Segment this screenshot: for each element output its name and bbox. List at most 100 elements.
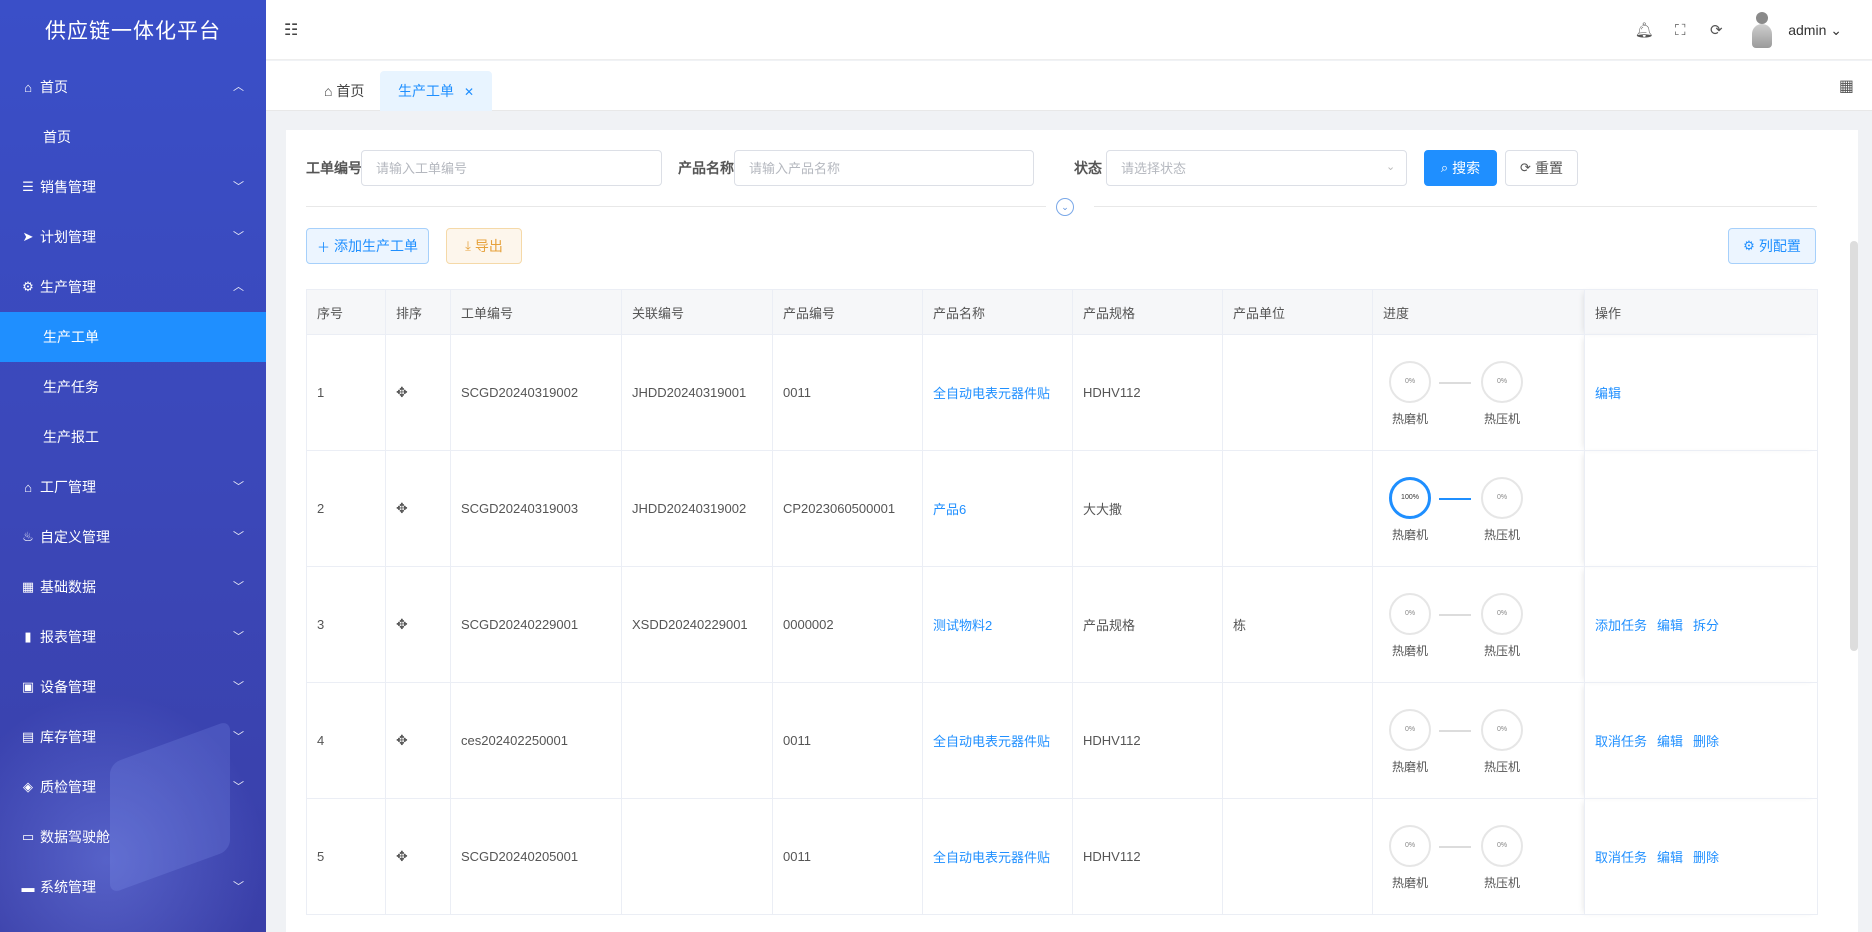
sidebar-subitem-0-0[interactable]: 首页 xyxy=(0,112,266,162)
close-icon[interactable]: ✕ xyxy=(464,85,474,99)
table-row: 5 ✥ SCGD20240205001 0011 全自动电表元器件贴 HDHV112 0% 热… xyxy=(306,798,1818,915)
cell-product-no: 0000002 xyxy=(772,566,923,683)
add-order-label: 添加生产工单 xyxy=(334,238,418,254)
sidebar-item-label: 销售管理 xyxy=(40,179,96,195)
wrench-icon: ⚙ xyxy=(22,279,34,294)
cell-spec: 产品规格 xyxy=(1072,566,1223,683)
progress-step-label: 热压机 xyxy=(1483,759,1520,774)
expand-filter-icon[interactable]: ⌄ xyxy=(1056,198,1074,216)
sidebar-item-6[interactable]: ▦ 基础数据 ﹀ xyxy=(0,562,266,612)
reset-button[interactable]: ⟳ 重置 xyxy=(1505,150,1578,186)
search-button[interactable]: ⌕ 搜索 xyxy=(1424,150,1497,186)
tab-home[interactable]: ⌂ 首页 xyxy=(306,71,382,111)
table-header-row: 序号 排序 工单编号 关联编号 产品编号 产品名称 产品规格 产品单位 进度 操作 xyxy=(306,289,1818,335)
row-action-link[interactable]: 取消任务 xyxy=(1595,734,1647,749)
sidebar-item-label: 质检管理 xyxy=(40,779,96,795)
avatar[interactable] xyxy=(1744,10,1780,50)
process-progress: 0% 热磨机 0% 热压机 xyxy=(1383,585,1533,665)
chevron-down-icon: ﹀ xyxy=(233,881,244,893)
progress-connector xyxy=(1439,497,1471,500)
cell-drag: ✥ xyxy=(385,450,451,567)
export-button[interactable]: ⤓ 导出 xyxy=(446,228,522,264)
chevron-down-icon: ﹀ xyxy=(233,581,244,593)
cell-drag: ✥ xyxy=(385,566,451,683)
chevron-down-icon: ﹀ xyxy=(233,731,244,743)
search-icon: ⌕ xyxy=(1440,160,1449,175)
divider-right xyxy=(1094,206,1817,207)
drag-handle-icon[interactable]: ✥ xyxy=(396,500,408,516)
sidebar-item-10[interactable]: ◈ 质检管理 ﹀ xyxy=(0,762,266,812)
grid-icon[interactable]: ▦ xyxy=(1839,76,1854,96)
cell-actions: 取消任务 编辑 删除 xyxy=(1584,682,1818,799)
sidebar-item-0[interactable]: ⌂ 首页 ︿ xyxy=(0,62,266,112)
user-menu[interactable]: admin ⌄ xyxy=(1788,22,1842,39)
sidebar-subitem-3-1[interactable]: 生产任务 xyxy=(0,362,266,412)
row-action-link[interactable]: 编辑 xyxy=(1657,850,1683,865)
cell-actions: 取消任务 编辑 删除 xyxy=(1584,798,1818,915)
row-action-link[interactable]: 拆分 xyxy=(1693,618,1719,633)
production-order-table: 序号 排序 工单编号 关联编号 产品编号 产品名称 产品规格 产品单位 进度 操作 1 ✥ SCGD2… xyxy=(306,289,1818,915)
row-action-link[interactable]: 添加任务 xyxy=(1595,618,1647,633)
progress-connector xyxy=(1439,613,1471,616)
sidebar-item-2[interactable]: ➤ 计划管理 ﹀ xyxy=(0,212,266,262)
row-action-link[interactable]: 编辑 xyxy=(1595,386,1621,401)
sidebar-item-12[interactable]: ▬ 系统管理 ﹀ xyxy=(0,862,266,912)
cell-drag: ✥ xyxy=(385,682,451,799)
status-select[interactable] xyxy=(1106,150,1407,186)
sidebar-item-5[interactable]: ♨ 自定义管理 ﹀ xyxy=(0,512,266,562)
cell-product-name[interactable]: 产品6 xyxy=(922,450,1073,567)
sidebar-item-1[interactable]: ☰ 销售管理 ﹀ xyxy=(0,162,266,212)
row-action-link[interactable]: 编辑 xyxy=(1657,734,1683,749)
column-header: 工单编号 xyxy=(450,289,622,335)
cell-product-name[interactable]: 全自动电表元器件贴 xyxy=(922,334,1073,451)
drag-handle-icon[interactable]: ✥ xyxy=(396,848,408,864)
sidebar-item-3[interactable]: ⚙ 生产管理 ︿ xyxy=(0,262,266,312)
row-action-link[interactable]: 删除 xyxy=(1693,850,1719,865)
drag-handle-icon[interactable]: ✥ xyxy=(396,384,408,400)
refresh-icon[interactable]: ⟳ xyxy=(1698,21,1734,39)
bell-icon[interactable]: 🔔︎ xyxy=(1626,21,1662,39)
sidebar-item-label: 自定义管理 xyxy=(40,529,110,545)
cell-unit xyxy=(1222,682,1373,799)
order-no-label: 工单编号 xyxy=(306,160,362,176)
row-action-link[interactable]: 删除 xyxy=(1693,734,1719,749)
cell-related-no xyxy=(621,798,773,915)
drag-handle-icon[interactable]: ✥ xyxy=(396,616,408,632)
send-icon: ➤ xyxy=(22,229,34,244)
order-no-input[interactable] xyxy=(361,150,662,186)
column-header: 操作 xyxy=(1584,289,1818,335)
sidebar-item-9[interactable]: ▤ 库存管理 ﹀ xyxy=(0,712,266,762)
sidebar-subitem-3-2[interactable]: 生产报工 xyxy=(0,412,266,462)
cell-product-name[interactable]: 全自动电表元器件贴 xyxy=(922,682,1073,799)
cell-unit: 栋 xyxy=(1222,566,1373,683)
sidebar-item-7[interactable]: ▮ 报表管理 ﹀ xyxy=(0,612,266,662)
add-order-button[interactable]: ＋添加生产工单 xyxy=(306,228,429,264)
progress-step-label: 热磨机 xyxy=(1391,411,1428,426)
column-header: 排序 xyxy=(385,289,451,335)
scrollbar[interactable] xyxy=(1850,241,1858,651)
column-config-button[interactable]: ⚙ 列配置 xyxy=(1728,228,1816,264)
sidebar-item-label: 工厂管理 xyxy=(40,479,96,495)
drag-handle-icon[interactable]: ✥ xyxy=(396,732,408,748)
sidebar-menu: ⌂ 首页 ︿ 首页 ☰ 销售管理 ﹀ ➤ 计划管理 ﹀ ⚙ 生产管理 ︿ 生产工单 生产任务 生产报工 ⌂ 工厂管… xyxy=(0,62,266,912)
sidebar-item-8[interactable]: ▣ 设备管理 ﹀ xyxy=(0,662,266,712)
menu-fold-icon[interactable]: ☷ xyxy=(284,20,298,40)
progress-circle: 0% xyxy=(1481,360,1523,403)
sidebar-item-11[interactable]: ▭ 数据驾驶舱 xyxy=(0,812,266,862)
flame-icon: ♨ xyxy=(22,529,34,544)
app-title: 供应链一体化平台 xyxy=(45,19,221,43)
sidebar-item-4[interactable]: ⌂ 工厂管理 ﹀ xyxy=(0,462,266,512)
table-body: 1 ✥ SCGD20240319002 JHDD20240319001 0011 全自动电… xyxy=(306,334,1818,915)
tab-production-order[interactable]: 生产工单 ✕ xyxy=(380,71,493,111)
row-action-link[interactable]: 取消任务 xyxy=(1595,850,1647,865)
product-name-input[interactable] xyxy=(734,150,1034,186)
cell-product-name[interactable]: 全自动电表元器件贴 xyxy=(922,798,1073,915)
sidebar-subitem-3-0[interactable]: 生产工单 xyxy=(0,312,266,362)
row-action-link[interactable]: 编辑 xyxy=(1657,618,1683,633)
tab-label: 生产工单 xyxy=(398,83,454,99)
cell-progress: 0% 热磨机 0% 热压机 xyxy=(1372,566,1585,683)
fullscreen-icon[interactable]: ⛶ xyxy=(1662,22,1698,39)
cell-product-name[interactable]: 测试物料2 xyxy=(922,566,1073,683)
tabs-bar: ⌂ 首页 生产工单 ✕ ▦ xyxy=(266,61,1872,111)
progress-circle: 0% xyxy=(1481,824,1523,867)
